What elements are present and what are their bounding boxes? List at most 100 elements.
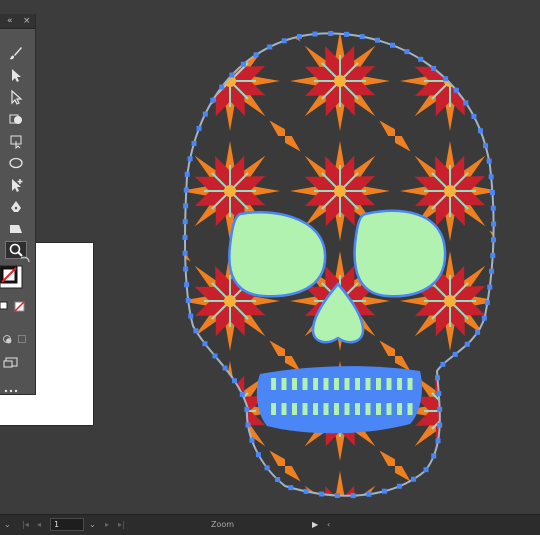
tooth (386, 378, 392, 390)
anchor-point (249, 437, 255, 443)
artboard-dropdown-chevron-icon[interactable]: ⌄ (89, 515, 96, 535)
zoom-dropdown-chevron-icon[interactable]: ⌄ (4, 515, 11, 535)
tooth (365, 378, 371, 390)
tooth (271, 403, 276, 415)
tooth (344, 403, 350, 415)
tooth (281, 378, 287, 390)
pen-icon[interactable] (5, 198, 27, 216)
anchor-point (196, 126, 202, 132)
collapse-panel-button[interactable]: « (7, 14, 13, 28)
artboard-number-field[interactable] (50, 518, 84, 531)
anchor-point (212, 353, 218, 359)
status-tool-label: Zoom (210, 520, 235, 529)
anchor-point (183, 187, 189, 193)
anchor-point (464, 341, 470, 347)
teeth-band (256, 366, 422, 434)
last-artboard-icon[interactable]: ▸| (118, 515, 125, 535)
anchor-point (350, 493, 356, 499)
anchor-point (182, 234, 188, 240)
anchor-point (375, 37, 381, 43)
tooth (334, 403, 339, 415)
anchor-point (229, 72, 235, 78)
shape-builder-icon[interactable] (5, 110, 27, 128)
shaper-icon[interactable] (5, 220, 27, 238)
anchor-point (183, 266, 189, 272)
puppet-warp-icon[interactable] (5, 176, 27, 194)
anchor-point (471, 113, 477, 119)
fill-stroke-swatches[interactable] (0, 252, 35, 312)
tooth (302, 378, 308, 390)
tooth (281, 403, 287, 415)
tooth (302, 403, 308, 415)
ellipse-icon[interactable] (5, 154, 27, 172)
anchor-point (191, 141, 197, 147)
anchor-point (328, 30, 334, 36)
tooth (407, 378, 413, 390)
scroll-left-icon[interactable]: ‹ (327, 515, 330, 535)
tooth (334, 378, 339, 390)
anchor-point (486, 158, 492, 164)
draw-mode-icon[interactable] (0, 330, 14, 348)
anchor-point (187, 156, 193, 162)
anchor-point (281, 38, 287, 44)
previous-artboard-icon[interactable]: ◂ (37, 515, 41, 535)
anchor-point (489, 268, 495, 274)
anchor-point (452, 351, 458, 357)
status-bar: ⌄ |◂ ◂ ⌄ ▸ ▸| Zoom ▶ ‹ (0, 514, 540, 535)
anchor-point (436, 391, 442, 397)
status-menu-arrow-icon[interactable]: ▶ (312, 515, 318, 535)
anchor-point (463, 100, 469, 106)
tooth (397, 403, 402, 415)
anchor-point (487, 284, 493, 290)
anchor-point (437, 422, 443, 428)
anchor-point (255, 452, 261, 458)
anchor-point (389, 42, 395, 48)
tooth (313, 403, 318, 415)
anchor-point (359, 34, 365, 40)
tooth (292, 378, 297, 390)
close-panel-button[interactable]: × (23, 14, 31, 28)
anchor-point (443, 76, 449, 82)
anchor-point (483, 143, 489, 149)
anchor-point (267, 44, 273, 50)
screen-mode-icon[interactable] (0, 354, 22, 372)
anchor-point (396, 483, 402, 489)
anchor-point (312, 31, 318, 37)
anchor-point (440, 361, 446, 367)
right-eye[interactable] (353, 209, 447, 298)
anchor-point (182, 219, 188, 225)
tooth (355, 403, 360, 415)
first-artboard-icon[interactable]: |◂ (22, 515, 29, 535)
tooth (376, 378, 381, 390)
anchor-point (334, 493, 340, 499)
anchor-point (222, 365, 228, 371)
anchor-point (184, 282, 190, 288)
anchor-point (245, 422, 251, 428)
tooth (376, 403, 381, 415)
anchor-point (431, 65, 437, 71)
anchor-point (184, 171, 190, 177)
skull-artwork[interactable] (175, 26, 500, 506)
teeth[interactable] (256, 366, 422, 434)
tools-panel-header: « × (0, 14, 35, 29)
tooth (271, 378, 276, 390)
artboard-icon[interactable] (5, 132, 27, 150)
more-tools-icon[interactable] (0, 386, 22, 396)
anchor-point (253, 52, 259, 58)
next-artboard-icon[interactable]: ▸ (105, 515, 109, 535)
anchor-point (202, 341, 208, 347)
paintbrush-icon[interactable] (5, 44, 27, 62)
tooth (386, 403, 392, 415)
anchor-point (240, 61, 246, 67)
anchor-point (275, 477, 281, 483)
anchor-point (491, 221, 497, 227)
tooth (365, 403, 371, 415)
selection-arrow-icon[interactable] (5, 66, 27, 84)
anchor-point (244, 406, 250, 412)
anchor-point (481, 315, 487, 321)
direct-selection-icon[interactable] (5, 88, 27, 106)
anchor-point (431, 453, 437, 459)
anchor-point (288, 485, 294, 491)
draw-inside-icon[interactable] (15, 330, 29, 348)
anchor-point (477, 128, 483, 134)
